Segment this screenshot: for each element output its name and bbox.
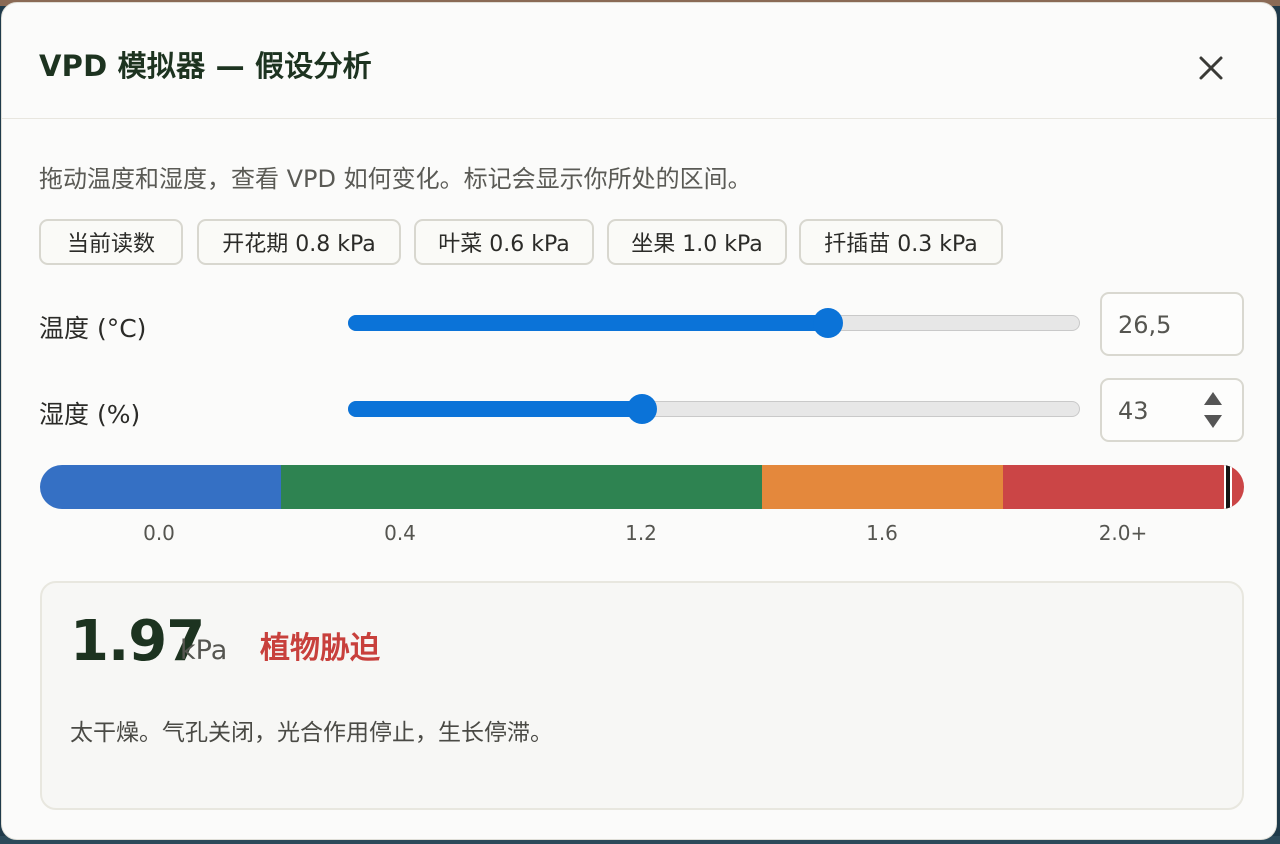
scale-segment-orange bbox=[762, 465, 1003, 509]
preset-flowering[interactable]: 开花期 0.8 kPa bbox=[197, 219, 401, 265]
spin-up-icon[interactable] bbox=[1204, 392, 1222, 405]
vpd-result-card: 1.97 kPa 植物胁迫 太干燥。气孔关闭，光合作用停止，生长停滞。 bbox=[40, 581, 1244, 810]
preset-cuttings[interactable]: 扦插苗 0.3 kPa bbox=[799, 219, 1003, 265]
spin-down-icon[interactable] bbox=[1204, 415, 1222, 428]
temperature-input[interactable]: 26,5 bbox=[1100, 292, 1244, 356]
scale-segment-red bbox=[1003, 465, 1244, 509]
humidity-slider-fill bbox=[348, 401, 643, 417]
scale-tick-label: 2.0+ bbox=[1098, 521, 1148, 545]
scale-tick-label: 1.2 bbox=[625, 521, 657, 545]
preset-leafy-greens[interactable]: 叶菜 0.6 kPa bbox=[414, 219, 594, 265]
humidity-label: 湿度 (%) bbox=[39, 400, 141, 429]
temperature-slider[interactable] bbox=[348, 308, 1080, 338]
scale-segment-green bbox=[281, 465, 762, 509]
dialog-header: VPD 模拟器 — 假设分析 bbox=[2, 3, 1276, 119]
vpd-position-marker bbox=[1224, 465, 1232, 509]
humidity-slider[interactable] bbox=[348, 394, 1080, 424]
temperature-label: 温度 (°C) bbox=[39, 314, 147, 343]
preset-fruiting[interactable]: 坐果 1.0 kPa bbox=[607, 219, 787, 265]
scale-tick-label: 0.0 bbox=[143, 521, 175, 545]
scale-tick-label: 0.4 bbox=[384, 521, 416, 545]
humidity-input-value: 43 bbox=[1118, 397, 1149, 425]
vpd-scale-bar bbox=[40, 465, 1244, 509]
humidity-slider-thumb[interactable] bbox=[627, 394, 657, 424]
intro-text: 拖动温度和湿度，查看 VPD 如何变化。标记会显示你所处的区间。 bbox=[39, 165, 752, 193]
temperature-input-value: 26,5 bbox=[1118, 311, 1172, 339]
preset-current-reading[interactable]: 当前读数 bbox=[39, 219, 183, 265]
temperature-slider-thumb[interactable] bbox=[813, 308, 843, 338]
vpd-status: 植物胁迫 bbox=[260, 631, 380, 666]
close-button[interactable] bbox=[1190, 47, 1232, 89]
humidity-input[interactable]: 43 bbox=[1100, 378, 1244, 442]
vpd-unit: kPa bbox=[180, 635, 228, 666]
scale-tick-label: 1.6 bbox=[866, 521, 898, 545]
vpd-description: 太干燥。气孔关闭，光合作用停止，生长停滞。 bbox=[70, 720, 553, 746]
temperature-slider-fill bbox=[348, 315, 829, 331]
vpd-simulator-dialog: VPD 模拟器 — 假设分析 拖动温度和湿度，查看 VPD 如何变化。标记会显示… bbox=[1, 2, 1277, 840]
scale-segment-blue bbox=[40, 465, 281, 509]
close-icon bbox=[1199, 56, 1223, 80]
humidity-spinner[interactable] bbox=[1202, 390, 1224, 430]
dialog-title: VPD 模拟器 — 假设分析 bbox=[39, 49, 372, 83]
